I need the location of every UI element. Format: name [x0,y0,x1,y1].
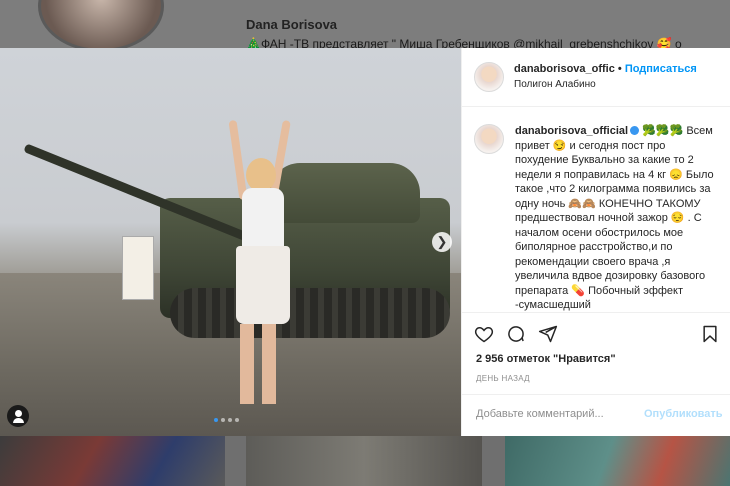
post-comment-button[interactable]: Опубликовать [644,408,723,420]
post-modal: ❯ danaborisova_offic • Подписаться Полиг… [0,48,730,436]
chevron-right-icon: ❯ [436,234,448,249]
photo-person-skirt [236,246,290,324]
post-sidebar: danaborisova_offic • Подписаться Полигон… [461,48,730,436]
follow-button[interactable]: Подписаться [625,63,697,75]
grid-thumbnail[interactable] [0,436,225,486]
post-location[interactable]: Полигон Алабино [514,79,596,90]
post-photo[interactable]: ❯ [0,48,461,436]
caption-body: Всем привет 😏 и сегодня пост про похуден… [515,125,714,311]
photo-person-arm [228,119,248,201]
share-icon[interactable] [538,324,558,344]
post-actions: 2 956 отметок "Нравится" ДЕНЬ НАЗАД [462,312,730,395]
carousel-dot [214,418,218,422]
photo-person-legs [240,324,276,404]
carousel-indicator [214,418,239,422]
carousel-dot [221,418,225,422]
photo-tank-turret [270,163,420,223]
separator-dot: • [614,63,625,75]
caption-text-block: danaborisova_official 🥦🥦🥦 Всем привет 😏 … [515,124,720,312]
author-line: danaborisova_offic • Подписаться [514,63,697,75]
heart-icon[interactable] [474,324,494,344]
carousel-next-button[interactable]: ❯ [432,232,452,252]
user-tags-icon[interactable] [7,405,29,427]
author-username[interactable]: danaborisova_offic [514,63,615,75]
author-avatar[interactable] [474,62,504,92]
photo-person-head [246,158,276,192]
carousel-dot [228,418,232,422]
caption-emoji: 🥦🥦🥦 [642,125,684,137]
caption-area: danaborisova_official 🥦🥦🥦 Всем привет 😏 … [462,106,730,312]
carousel-dot [235,418,239,422]
likes-count[interactable]: 2 956 отметок "Нравится" [476,353,616,365]
grid-thumbnail[interactable] [246,436,482,486]
caption-avatar[interactable] [474,124,504,154]
verified-badge-icon [630,126,640,135]
comment-input[interactable] [476,408,646,420]
profile-header-backdrop: Dana Borisova 🎄ФАН -ТВ представляет " Ми… [0,0,730,52]
photo-person-top [242,188,284,250]
post-timestamp[interactable]: ДЕНЬ НАЗАД [476,374,530,383]
profile-name: Dana Borisova [246,17,338,32]
caption-username[interactable]: danaborisova_official [515,125,628,137]
bookmark-icon[interactable] [700,324,720,344]
post-header: danaborisova_offic • Подписаться Полигон… [462,48,730,107]
comment-bar: Опубликовать [462,394,730,437]
photo-sign [122,236,154,300]
grid-thumbnail[interactable] [505,436,730,486]
photo-tank-tracks [170,288,450,338]
profile-avatar [38,0,164,52]
comment-icon[interactable] [506,324,526,344]
